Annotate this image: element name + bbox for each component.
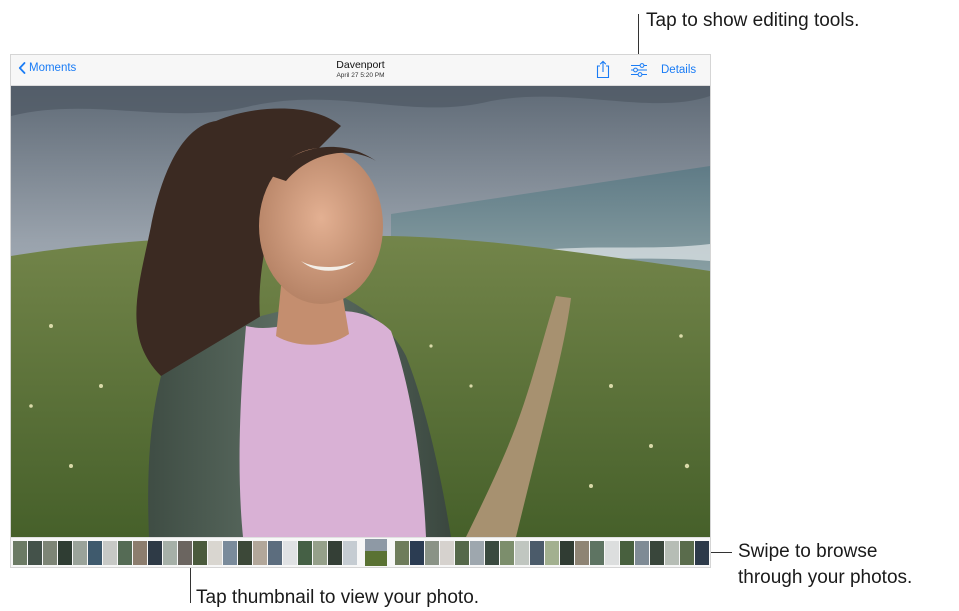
thumbnail[interactable]	[590, 540, 604, 565]
thumbnail[interactable]	[425, 540, 439, 565]
thumbnail[interactable]	[470, 540, 484, 565]
thumbnail[interactable]	[298, 540, 312, 565]
thumbnail-gap	[358, 541, 364, 565]
thumbnail[interactable]	[530, 540, 544, 565]
thumbnail[interactable]	[680, 540, 694, 565]
thumbnail[interactable]	[695, 540, 709, 565]
thumb-callout-leader	[190, 566, 191, 603]
thumbnail-gap	[388, 541, 394, 565]
thumbnail[interactable]	[620, 540, 634, 565]
swipe-callout-line2: through your photos.	[738, 567, 913, 588]
thumb-callout-text: Tap thumbnail to view your photo.	[196, 587, 480, 608]
thumbnail[interactable]	[208, 540, 222, 565]
thumbnail[interactable]	[58, 540, 72, 565]
thumbnail[interactable]	[118, 540, 132, 565]
thumbnail[interactable]	[515, 540, 529, 565]
thumbnail[interactable]	[313, 540, 327, 565]
thumbnail[interactable]	[410, 540, 424, 565]
thumbnail[interactable]	[163, 540, 177, 565]
thumbnail[interactable]	[605, 540, 619, 565]
thumbnail[interactable]	[253, 540, 267, 565]
thumbnail-strip[interactable]	[11, 537, 710, 567]
thumbnail[interactable]	[485, 540, 499, 565]
thumbnail[interactable]	[148, 540, 162, 565]
edit-sliders-icon	[631, 63, 647, 77]
thumbnail[interactable]	[193, 540, 207, 565]
thumbnail[interactable]	[13, 540, 27, 565]
details-button[interactable]: Details	[661, 64, 696, 76]
swipe-callout-leader	[709, 552, 732, 553]
edit-callout-leader	[638, 14, 639, 58]
thumbnail[interactable]	[223, 540, 237, 565]
thumbnail[interactable]	[635, 540, 649, 565]
thumbnail[interactable]	[440, 540, 454, 565]
thumbnail[interactable]	[545, 540, 559, 565]
thumbnail[interactable]	[455, 540, 469, 565]
thumbnail[interactable]	[343, 540, 357, 565]
edit-callout-text: Tap to show editing tools.	[646, 10, 860, 31]
thumbnail[interactable]	[328, 540, 342, 565]
share-icon	[596, 60, 610, 79]
thumbnail[interactable]	[395, 540, 409, 565]
swipe-callout-line1: Swipe to browse	[738, 541, 878, 562]
photos-app-screen: Moments Davenport April 27 5:20 PM Detai…	[10, 54, 711, 568]
thumbnail[interactable]	[500, 540, 514, 565]
thumbnail[interactable]	[133, 540, 147, 565]
thumbnail[interactable]	[268, 540, 282, 565]
thumbnail[interactable]	[73, 540, 87, 565]
thumbnail[interactable]	[665, 540, 679, 565]
edit-button[interactable]	[630, 63, 648, 82]
thumbnail[interactable]	[88, 540, 102, 565]
thumbnail[interactable]	[43, 540, 57, 565]
thumbnail[interactable]	[103, 540, 117, 565]
thumbnail[interactable]	[560, 540, 574, 565]
thumbnail[interactable]	[238, 540, 252, 565]
share-button[interactable]	[596, 60, 610, 84]
main-photo[interactable]	[11, 86, 710, 537]
thumbnail[interactable]	[650, 540, 664, 565]
thumbnail[interactable]	[178, 540, 192, 565]
current-thumbnail[interactable]	[365, 539, 387, 566]
thumbnail[interactable]	[28, 540, 42, 565]
navigation-bar: Moments Davenport April 27 5:20 PM Detai…	[11, 55, 710, 86]
thumbnail[interactable]	[283, 540, 297, 565]
thumbnail[interactable]	[710, 541, 711, 565]
thumbnail[interactable]	[575, 540, 589, 565]
illustration: Tap to show editing tools. Tap thumbnail…	[0, 0, 959, 611]
